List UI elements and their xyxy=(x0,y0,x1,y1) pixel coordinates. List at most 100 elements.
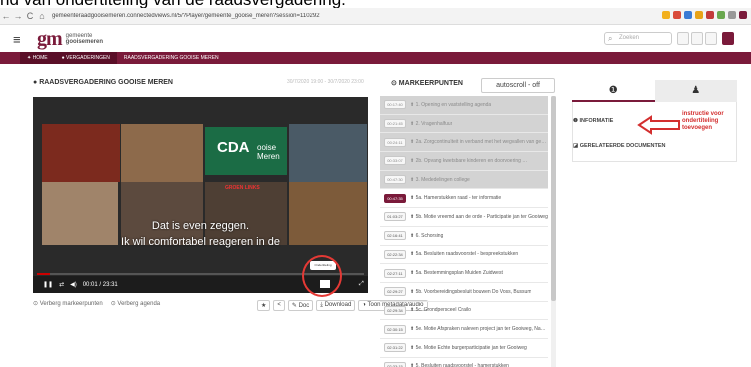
marker-label: ⬆ 5b. Voorbereidingsbesluit bouwen Do Vo… xyxy=(410,288,532,295)
step-icon[interactable]: ⇄ xyxy=(59,281,64,288)
marker-time[interactable]: 00:47:35 xyxy=(384,193,406,203)
address-bar[interactable]: gemeenteraadgooisemeren.connectedviews.n… xyxy=(52,13,452,19)
extension-icon[interactable] xyxy=(728,11,736,19)
site-header: ≡ gm gemeente gooisemeren ⌕ Zoeken xyxy=(0,26,751,52)
markers-list: 00:17:40 ⬆ 1. Opening en vaststelling age… xyxy=(380,96,548,367)
marker-time[interactable]: 02:27:11 xyxy=(384,268,406,278)
marker-label: ⬆ 5a. Besluiten raadsvoorstel - bespreek… xyxy=(410,251,519,258)
download-button[interactable]: ⤓ Download xyxy=(316,300,356,311)
volume-icon[interactable]: ◀) xyxy=(70,281,77,288)
extension-icon[interactable] xyxy=(717,11,725,19)
marker-label: ⬆ 5e. Motie Echte burgerparticipatie jan… xyxy=(410,344,527,351)
related-documents-section[interactable]: ◪ GERELATEERDE DOCUMENTEN xyxy=(573,143,666,149)
tile-label: GROEN LINKS xyxy=(225,185,260,191)
autoscroll-toggle[interactable]: autoscroll - off xyxy=(481,78,555,93)
extension-icon[interactable] xyxy=(662,11,670,19)
marker-label: ⬆ 5c. Grondpersceel Crailo xyxy=(410,307,471,314)
marker-label: ⬆ 2. Vragenhalfuur xyxy=(410,120,453,127)
menu-icon[interactable]: ≡ xyxy=(13,32,27,47)
header-button[interactable] xyxy=(691,32,703,45)
extension-icon[interactable] xyxy=(695,11,703,19)
header-button[interactable] xyxy=(705,32,717,45)
marker-time[interactable]: 00:17:40 xyxy=(384,100,406,110)
scroll-thumb[interactable] xyxy=(551,96,556,301)
breadcrumb-current: RAADSVERGADERING GOOISE MEREN xyxy=(123,55,219,61)
breadcrumb: ✦ HOME ● VERGADERINGEN RAADSVERGADERING … xyxy=(0,52,751,64)
reload-button[interactable]: C xyxy=(24,11,36,21)
star-button[interactable]: ★ xyxy=(257,300,271,311)
marker-time[interactable]: 00:21:45 xyxy=(384,119,406,129)
marker-item[interactable]: 00:24:11 ⬆ 2a. Zorgcontinuïteit in verban… xyxy=(380,133,548,153)
marker-item[interactable]: 00:17:40 ⬆ 1. Opening en vaststelling age… xyxy=(380,96,548,115)
breadcrumb-home[interactable]: ✦ HOME xyxy=(20,52,55,64)
marker-time[interactable]: 00:24:11 xyxy=(384,137,406,147)
marker-label: ⬆ 3. Mededelingen college xyxy=(410,176,470,183)
marker-time[interactable]: 01:03:27 xyxy=(384,212,406,222)
hide-agenda-link[interactable]: ⊙ Verberg agenda xyxy=(111,300,160,307)
browser-toolbar: ← → C ⌂ gemeenteraadgooisemeren.connecte… xyxy=(0,8,751,25)
login-button[interactable] xyxy=(722,32,734,45)
marker-time[interactable]: 02:16:41 xyxy=(384,231,406,241)
back-button[interactable]: ← xyxy=(0,11,12,21)
header-button[interactable] xyxy=(677,32,689,45)
home-button[interactable]: ⌂ xyxy=(36,11,48,21)
participant-tile xyxy=(289,124,367,182)
breadcrumb-meetings[interactable]: ● VERGADERINGEN xyxy=(54,52,117,64)
tab-person[interactable]: ♟ xyxy=(654,80,737,102)
forward-button[interactable]: → xyxy=(12,11,24,21)
annotation-line: ondertiteling xyxy=(682,118,719,124)
markers-scrollbar[interactable] xyxy=(551,96,556,367)
pause-icon[interactable]: ❚❚ xyxy=(43,281,53,288)
extension-icons xyxy=(662,11,747,19)
marker-item[interactable]: 00:21:45 ⬆ 2. Vragenhalfuur xyxy=(380,114,548,134)
marker-item[interactable]: 02:16:41 ⬆ 6. Schorsing xyxy=(380,227,548,246)
share-button[interactable]: < xyxy=(273,300,285,311)
tile-label: CDA xyxy=(217,139,250,156)
marker-item[interactable]: 00:33:07 ⬆ 2b. Opvang kwetsbare kinderen … xyxy=(380,152,548,171)
marker-time[interactable]: 02:31:22 xyxy=(384,343,406,353)
marker-item[interactable]: 02:31:22 ⬆ 5e. Motie Echte burgerparticip… xyxy=(380,339,548,358)
hide-markers-link[interactable]: ⊙ Verberg markeerpunten xyxy=(33,300,103,307)
marker-label: ⬆ 6. Schorsing xyxy=(410,232,444,239)
information-section[interactable]: ❶ INFORMATIE xyxy=(573,118,613,124)
fullscreen-icon[interactable]: ⤢ xyxy=(359,281,364,288)
extension-icon[interactable] xyxy=(684,11,692,19)
doc-button[interactable]: ✎ Doc xyxy=(287,300,314,311)
marker-time[interactable]: 02:30:15 xyxy=(384,324,406,334)
marker-item[interactable]: 02:27:11 ⬆ 5a. Bestemmingsplan Muiden Zui… xyxy=(380,264,548,283)
markers-title: ⊙ MARKEERPUNTEN xyxy=(391,80,463,87)
marker-time[interactable]: 00:33:07 xyxy=(384,156,406,166)
marker-time[interactable]: 02:33:15 xyxy=(384,361,406,367)
screenshot-root: { "caption": "nd van ondertiteling van d… xyxy=(0,0,751,367)
marker-item[interactable]: 02:30:15 ⬆ 5e. Motie Afspraken naleven pr… xyxy=(380,320,548,339)
marker-time[interactable]: 02:22:34 xyxy=(384,249,406,259)
extension-icon[interactable] xyxy=(673,11,681,19)
meeting-title-text: RAADSVERGADERING GOOISE MEREN xyxy=(39,79,173,86)
marker-label: ⬆ 2b. Opvang kwetsbare kinderen en doorv… xyxy=(410,157,528,164)
extension-icon[interactable] xyxy=(706,11,714,19)
marker-label: ⬆ 5e. Motie Afspraken naleven project ja… xyxy=(410,326,548,333)
subtitle-line-1: Dat is even zeggen. xyxy=(151,220,250,232)
marker-label: ⬆ 2a. Zorgcontinuïteit in verband met he… xyxy=(410,139,548,146)
participant-tile xyxy=(121,124,203,182)
marker-time[interactable]: 02:29:27 xyxy=(384,287,406,297)
search-input[interactable]: ⌕ Zoeken xyxy=(604,32,672,45)
profile-icon[interactable] xyxy=(739,11,747,19)
logo-mark[interactable]: gm xyxy=(37,28,63,51)
marker-item[interactable]: 00:47:30 ⬆ 3. Mededelingen college xyxy=(380,170,548,190)
annotation-line: instructie voor xyxy=(682,111,724,117)
marker-time[interactable]: 02:29:34 xyxy=(384,305,406,315)
marker-item[interactable]: 02:22:34 ⬆ 5a. Besluiten raadsvoorstel - … xyxy=(380,246,548,265)
side-tabs: ❶ ♟ xyxy=(572,80,737,102)
marker-item[interactable]: 00:47:35 ⬆ 5a. Hamerstukken raad - ter in… xyxy=(380,189,548,209)
search-icon: ⌕ xyxy=(608,34,613,43)
participant-tile xyxy=(42,124,120,182)
marker-time[interactable]: 00:47:30 xyxy=(384,175,406,185)
marker-item[interactable]: 02:33:15 ⬆ 5. Besluiten raadsvoorstel - h… xyxy=(380,358,548,367)
marker-item[interactable]: 02:29:34 ⬆ 5c. Grondpersceel Crailo xyxy=(380,302,548,321)
marker-item[interactable]: 02:29:27 ⬆ 5b. Voorbereidingsbesluit bouw… xyxy=(380,283,548,302)
marker-label: ⬆ 5. Besluiten raadsvoorstel - hamerstuk… xyxy=(410,363,509,367)
marker-label: ⬆ 5a. Bestemmingsplan Muiden Zuidwest xyxy=(410,270,503,277)
marker-item[interactable]: 01:03:27 ⬆ 5b. Motie vreemd aan de orde -… xyxy=(380,208,548,227)
tab-information[interactable]: ❶ xyxy=(572,80,655,102)
